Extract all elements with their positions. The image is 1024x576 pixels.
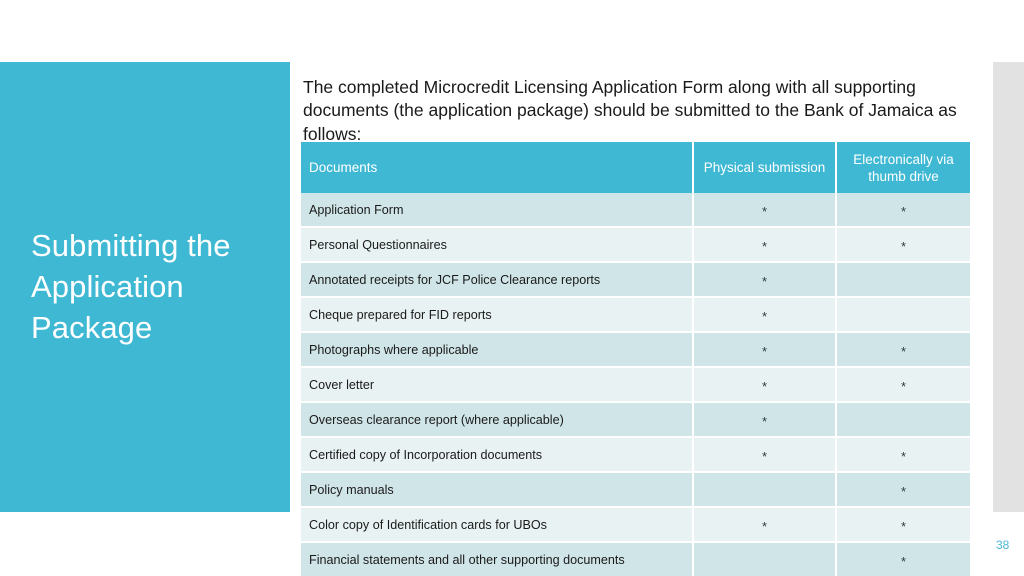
- electronic-submission-mark-cell: [836, 402, 970, 438]
- column-header-electronically-via-thumb-drive: Electronically via thumb drive: [836, 142, 970, 193]
- document-name-cell: Application Form: [301, 193, 694, 228]
- document-name-cell: Annotated receipts for JCF Police Cleara…: [301, 262, 694, 298]
- table-row: Personal Questionnaires * *: [301, 227, 970, 263]
- table-row: Annotated receipts for JCF Police Cleara…: [301, 262, 970, 298]
- physical-submission-mark-cell: *: [693, 193, 837, 228]
- electronic-submission-mark-cell: *: [836, 193, 970, 228]
- document-name-cell: Certified copy of Incorporation document…: [301, 437, 694, 473]
- physical-submission-mark-cell: *: [693, 297, 837, 333]
- column-header-physical-submission: Physical submission: [693, 142, 837, 193]
- right-edge-decoration-strip: [993, 62, 1024, 512]
- electronic-submission-mark-cell: *: [836, 507, 970, 543]
- table-row: Application Form * *: [301, 193, 970, 228]
- table-body: Application Form * * Personal Questionnaire…: [301, 193, 970, 576]
- physical-submission-mark-cell: *: [693, 332, 837, 368]
- table-row: Policy manuals *: [301, 472, 970, 508]
- electronic-submission-mark-cell: *: [836, 332, 970, 368]
- table-row: Overseas clearance report (where applica…: [301, 402, 970, 438]
- document-name-cell: Cheque prepared for FID reports: [301, 297, 694, 333]
- physical-submission-mark-cell: [693, 472, 837, 508]
- document-name-cell: Overseas clearance report (where applica…: [301, 402, 694, 438]
- table-header-row: Documents Physical submission Electronic…: [301, 142, 970, 193]
- table-row: Color copy of Identification cards for U…: [301, 507, 970, 543]
- electronic-submission-mark-cell: [836, 262, 970, 298]
- table-row: Cover letter * *: [301, 367, 970, 403]
- table-header: Documents Physical submission Electronic…: [301, 142, 970, 193]
- document-name-cell: Color copy of Identification cards for U…: [301, 507, 694, 543]
- electronic-submission-mark-cell: *: [836, 227, 970, 263]
- physical-submission-mark-cell: [693, 542, 837, 576]
- electronic-submission-mark-cell: [836, 297, 970, 333]
- document-name-cell: Policy manuals: [301, 472, 694, 508]
- electronic-submission-mark-cell: *: [836, 437, 970, 473]
- table-row: Photographs where applicable * *: [301, 332, 970, 368]
- column-header-documents: Documents: [301, 142, 694, 193]
- document-name-cell: Personal Questionnaires: [301, 227, 694, 263]
- document-name-cell: Cover letter: [301, 367, 694, 403]
- page-number: 38: [996, 538, 1010, 552]
- submission-requirements-table: Documents Physical submission Electronic…: [301, 142, 970, 576]
- slide-title-panel: Submitting the Application Package: [0, 62, 290, 512]
- document-name-cell: Financial statements and all other suppo…: [301, 542, 694, 576]
- physical-submission-mark-cell: *: [693, 437, 837, 473]
- electronic-submission-mark-cell: *: [836, 542, 970, 576]
- physical-submission-mark-cell: *: [693, 367, 837, 403]
- physical-submission-mark-cell: *: [693, 402, 837, 438]
- physical-submission-mark-cell: *: [693, 262, 837, 298]
- physical-submission-mark-cell: *: [693, 507, 837, 543]
- electronic-submission-mark-cell: *: [836, 472, 970, 508]
- page-title: Submitting the Application Package: [31, 228, 231, 345]
- intro-paragraph: The completed Microcredit Licensing Appl…: [303, 76, 957, 144]
- electronic-submission-mark-cell: *: [836, 367, 970, 403]
- document-name-cell: Photographs where applicable: [301, 332, 694, 368]
- table-row: Financial statements and all other suppo…: [301, 542, 970, 576]
- physical-submission-mark-cell: *: [693, 227, 837, 263]
- table-row: Certified copy of Incorporation document…: [301, 437, 970, 473]
- table-row: Cheque prepared for FID reports *: [301, 297, 970, 333]
